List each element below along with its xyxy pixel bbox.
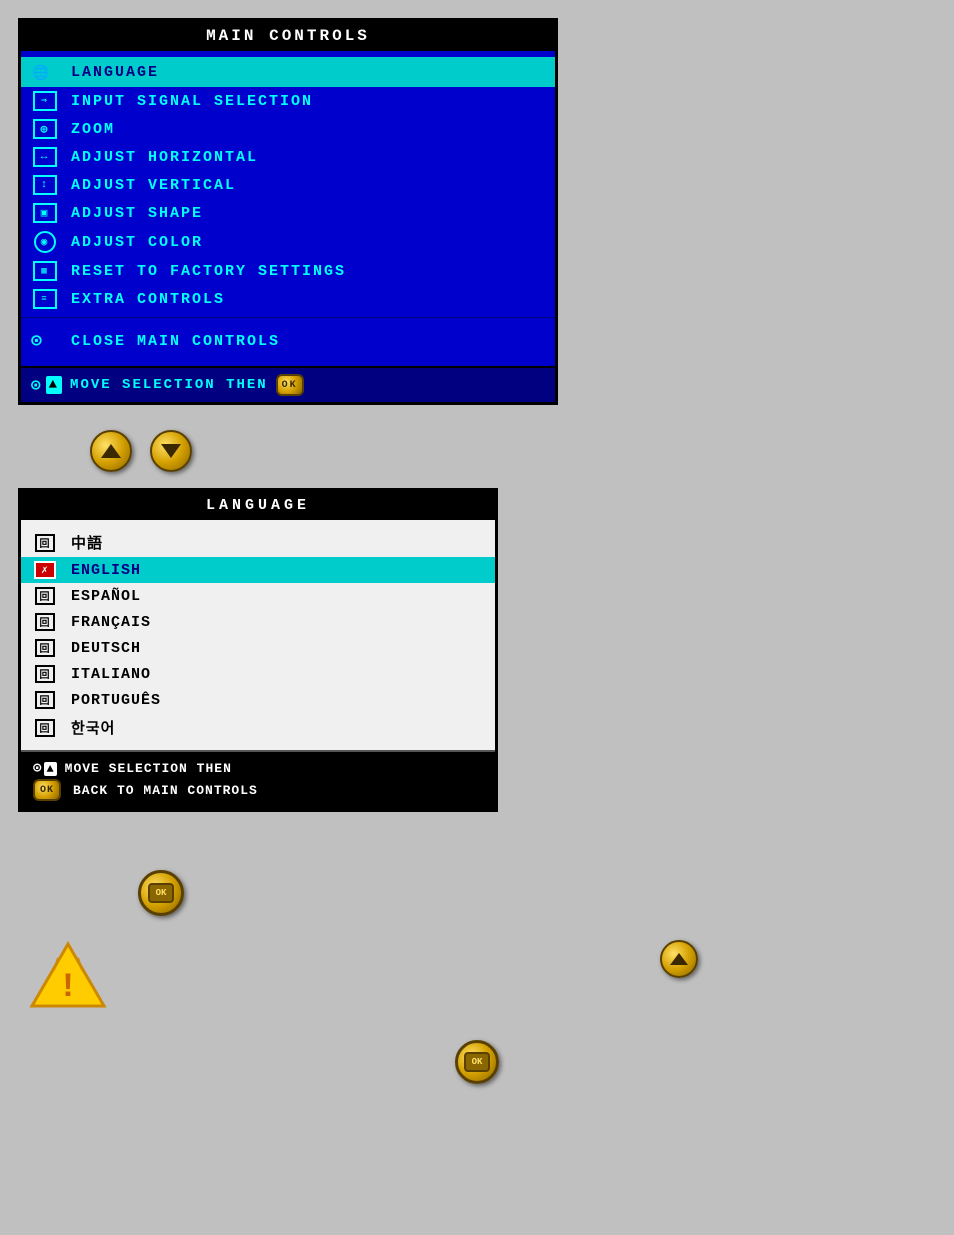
up-arrow-icon	[101, 444, 121, 458]
language-list: 回 中語 ✗ ENGLISH 回 ESPAÑOL 回 FRANÇAIS	[21, 520, 495, 750]
main-menu-list: 🌐 LANGUAGE ⇒ INPUT SIGNAL SELECTION ⊕ ZO…	[21, 51, 555, 366]
menu-item-close[interactable]: ⊙ CLOSE MAIN CONTROLS	[21, 322, 555, 360]
bottom-center-ok-button[interactable]: OK	[455, 1040, 499, 1084]
lang-footer-line1: ⊙ ▲ MOVE SELECTION THEN	[33, 760, 483, 777]
up-arrow-button[interactable]	[90, 430, 132, 472]
bottom-ok-circle[interactable]: OK	[455, 1040, 499, 1084]
nav-arrows-group	[90, 430, 192, 472]
adjust-vertical-icon: ↕	[31, 175, 59, 195]
menu-item-zoom[interactable]: ⊕ ZOOM	[21, 115, 555, 143]
lang-item-german[interactable]: 回 DEUTSCH	[21, 635, 495, 661]
bottom-up-arrow-shape	[670, 953, 688, 965]
close-main-icon: ⊙	[31, 330, 59, 352]
lang-icon-german: 回	[33, 639, 57, 657]
bottom-ok-button[interactable]: OK	[138, 870, 184, 916]
language-panel: LANGUAGE 回 中語 ✗ ENGLISH 回 ESPAÑOL 回	[18, 488, 498, 812]
lang-item-french[interactable]: 回 FRANÇAIS	[21, 609, 495, 635]
svg-text:🌐: 🌐	[32, 64, 51, 82]
adjust-color-icon: ◉	[31, 231, 59, 253]
lang-item-spanish[interactable]: 回 ESPAÑOL	[21, 583, 495, 609]
lang-icon-italian: 回	[33, 665, 57, 683]
svg-text:!: !	[58, 969, 78, 1007]
menu-item-adjust-shape[interactable]: ▣ ADJUST SHAPE	[21, 199, 555, 227]
lang-nav-icons: ⊙ ▲	[33, 760, 57, 777]
lang-item-chinese[interactable]: 回 中語	[21, 528, 495, 557]
menu-item-adjust-horizontal[interactable]: ↔ ADJUST HORIZONTAL	[21, 143, 555, 171]
lang-item-italian[interactable]: 回 ITALIANO	[21, 661, 495, 687]
warning-triangle-icon: !	[28, 940, 108, 1010]
menu-item-adjust-vertical[interactable]: ↕ ADJUST VERTICAL	[21, 171, 555, 199]
main-panel-title: MAIN CONTROLS	[21, 21, 555, 51]
down-arrow-icon	[161, 444, 181, 458]
menu-item-reset-factory[interactable]: ▦ RESET TO FACTORY SETTINGS	[21, 257, 555, 285]
lang-icon-portuguese: 回	[33, 691, 57, 709]
input-signal-icon: ⇒	[31, 91, 59, 111]
footer-nav-icons: ⊙ ▲	[31, 375, 62, 395]
bottom-ok-label: OK	[464, 1052, 490, 1072]
lang-icon-french: 回	[33, 613, 57, 631]
bottom-up-arrow-icon[interactable]	[660, 940, 698, 978]
footer-ok-icon: OK	[276, 374, 304, 396]
bottom-right-arrow-button[interactable]	[660, 940, 698, 978]
lang-ok-icon: OK	[33, 779, 65, 801]
reset-factory-icon: ▦	[31, 261, 59, 281]
ok-circle-icon[interactable]: OK	[138, 870, 184, 916]
lang-item-portuguese[interactable]: 回 PORTUGUÊS	[21, 687, 495, 713]
menu-item-input-signal[interactable]: ⇒ INPUT SIGNAL SELECTION	[21, 87, 555, 115]
zoom-icon: ⊕	[31, 119, 59, 139]
lang-item-english[interactable]: ✗ ENGLISH	[21, 557, 495, 583]
main-controls-panel: MAIN CONTROLS 🌐 LANGUAGE ⇒ INPUT SIGNAL …	[18, 18, 558, 405]
lang-icon-spanish: 回	[33, 587, 57, 605]
menu-divider	[21, 317, 555, 318]
language-footer: ⊙ ▲ MOVE SELECTION THEN OK BACK TO MAIN …	[21, 750, 495, 809]
lang-footer-line2: OK BACK TO MAIN CONTROLS	[33, 779, 483, 801]
menu-item-extra-controls[interactable]: ≡ EXTRA CONTROLS	[21, 285, 555, 313]
lang-icon-korean: 回	[33, 719, 57, 737]
adjust-shape-icon: ▣	[31, 203, 59, 223]
main-footer: ⊙ ▲ MOVE SELECTION THEN OK	[21, 366, 555, 402]
menu-item-language[interactable]: 🌐 LANGUAGE	[21, 57, 555, 87]
adjust-horizontal-icon: ↔	[31, 147, 59, 167]
menu-item-adjust-color[interactable]: ◉ ADJUST COLOR	[21, 227, 555, 257]
ok-label: OK	[148, 883, 174, 903]
extra-controls-icon: ≡	[31, 289, 59, 309]
language-icon: 🌐	[31, 61, 59, 83]
down-arrow-button[interactable]	[150, 430, 192, 472]
lang-icon-chinese: 回	[33, 534, 57, 552]
lang-item-korean[interactable]: 回 한국어	[21, 713, 495, 742]
lang-icon-english: ✗	[33, 561, 57, 579]
language-panel-title: LANGUAGE	[21, 491, 495, 520]
